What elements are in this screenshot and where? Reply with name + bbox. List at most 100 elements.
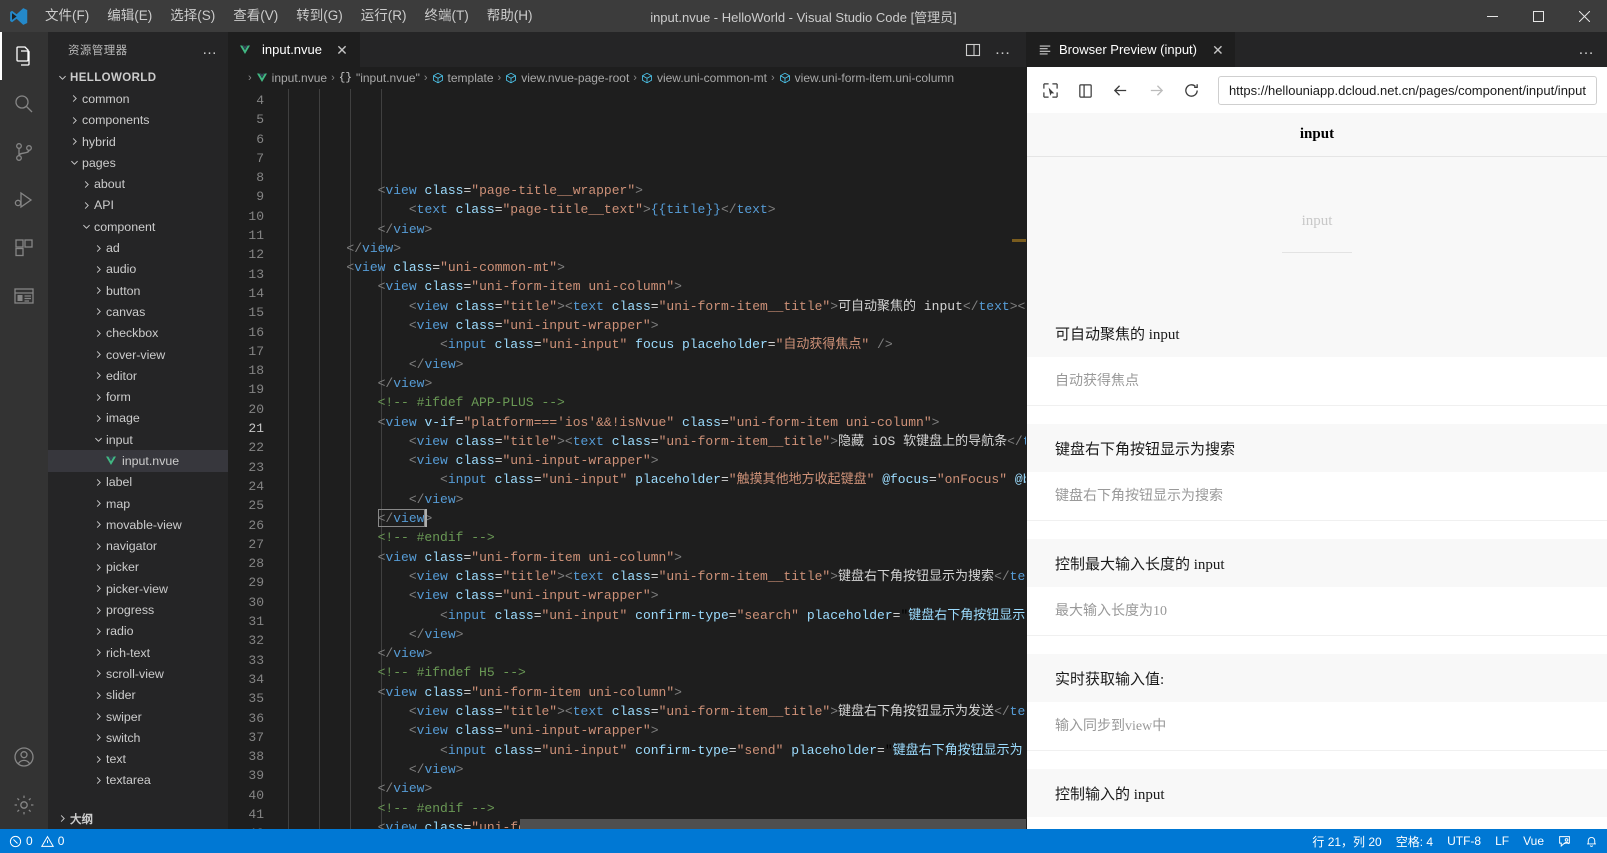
status-indentation[interactable]: 空格: 4 — [1389, 829, 1440, 853]
activity-search-icon[interactable] — [0, 80, 48, 128]
folder-item-text[interactable]: text — [48, 749, 228, 770]
code-line[interactable]: <view class="uni-input-wrapper"> — [284, 451, 1026, 470]
editor-horizontal-scrollbar[interactable] — [520, 819, 1026, 829]
folder-item-form[interactable]: form — [48, 386, 228, 407]
folder-item-map[interactable]: map — [48, 493, 228, 514]
code-line[interactable]: </view> — [284, 374, 1026, 393]
code-line[interactable]: <!-- #ifdef APP-PLUS --> — [284, 393, 1026, 412]
menu-item-3[interactable]: 查看(V) — [224, 0, 287, 32]
split-editor-icon[interactable] — [959, 32, 987, 67]
preview-viewport[interactable]: input input 可自动聚焦的 input 自动获得焦点 键盘右下角按钮显示为… — [1027, 113, 1607, 829]
preview-input-field[interactable]: 最大输入长度为10 — [1027, 587, 1607, 636]
code-line[interactable]: <view class="title"><text class="uni-for… — [284, 432, 1026, 451]
reload-button-icon[interactable] — [1179, 76, 1205, 104]
folder-item-swiper[interactable]: swiper — [48, 706, 228, 727]
folder-item-audio[interactable]: audio — [48, 259, 228, 280]
preview-more-actions-icon[interactable]: … — [1578, 32, 1607, 67]
menu-item-0[interactable]: 文件(F) — [36, 0, 98, 32]
folder-item-ad[interactable]: ad — [48, 237, 228, 258]
explorer-more-icon[interactable]: … — [202, 42, 218, 57]
outline-section-header[interactable]: 大纲 — [48, 808, 228, 829]
menu-item-7[interactable]: 帮助(H) — [478, 0, 542, 32]
folder-item-picker-view[interactable]: picker-view — [48, 578, 228, 599]
code-line[interactable]: <view class="uni-common-mt"> — [284, 258, 1026, 277]
status-notifications-bell-icon[interactable] — [1578, 829, 1605, 853]
folder-item-progress[interactable]: progress — [48, 599, 228, 620]
code-line[interactable]: </view> — [284, 490, 1026, 509]
breadcrumb-item-1[interactable]: {} "input.nvue" — [339, 71, 420, 85]
folder-item-radio[interactable]: radio — [48, 621, 228, 642]
folder-item-movable-view[interactable]: movable-view — [48, 514, 228, 535]
preview-tab[interactable]: Browser Preview (input) ✕ — [1027, 32, 1235, 67]
code-line[interactable]: <view v-if="platform==='ios'&&!isNvue" c… — [284, 413, 1026, 432]
code-line[interactable]: <text class="page-title__text">{{title}}… — [284, 200, 1026, 219]
status-cursor-position[interactable]: 行 21，列 20 — [1305, 829, 1388, 853]
minimize-button[interactable] — [1469, 0, 1515, 32]
folder-item-component[interactable]: component — [48, 216, 228, 237]
menu-item-6[interactable]: 终端(T) — [416, 0, 478, 32]
breadcrumb-item-4[interactable]: view.uni-common-mt — [641, 71, 767, 85]
folder-item-image[interactable]: image — [48, 408, 228, 429]
file-item-input.nvue[interactable]: input.nvue — [48, 450, 228, 472]
folder-item-editor[interactable]: editor — [48, 365, 228, 386]
folder-item-common[interactable]: common — [48, 88, 228, 109]
code-line[interactable]: <input class="uni-input" placeholder="触摸… — [284, 470, 1026, 489]
activity-extensions-icon[interactable] — [0, 224, 48, 272]
editor-vertical-scrollbar[interactable] — [1012, 89, 1026, 829]
code-line[interactable]: </view> — [284, 355, 1026, 374]
code-line[interactable]: </view> — [284, 779, 1026, 798]
code-line[interactable]: <input class="uni-input" focus placehold… — [284, 335, 1026, 354]
preview-input-field[interactable]: 键盘右下角按钮显示为搜索 — [1027, 472, 1607, 521]
folder-item-button[interactable]: button — [48, 280, 228, 301]
close-button[interactable] — [1561, 0, 1607, 32]
code-line[interactable]: <view class="title"><text class="uni-for… — [284, 567, 1026, 586]
folder-item-pages[interactable]: pages — [48, 152, 228, 173]
open-in-browser-icon[interactable] — [1072, 76, 1098, 104]
code-line[interactable]: </view> — [284, 625, 1026, 644]
code-lines[interactable]: <view class="page-title__wrapper"> <text… — [284, 89, 1026, 829]
status-problems[interactable]: 0 0 — [2, 829, 71, 853]
url-input[interactable]: https://hellouniapp.dcloud.net.cn/pages/… — [1217, 75, 1597, 105]
activity-explorer-icon[interactable] — [0, 32, 48, 80]
code-line[interactable]: <view class="uni-form-item uni-column"> — [284, 548, 1026, 567]
folder-item-about[interactable]: about — [48, 173, 228, 194]
breadcrumb-item-0[interactable]: input.nvue — [256, 71, 327, 85]
preview-input-field[interactable]: 自动获得焦点 — [1027, 357, 1607, 406]
folder-item-navigator[interactable]: navigator — [48, 536, 228, 557]
forward-button-icon[interactable] — [1143, 76, 1169, 104]
folder-item-rich-text[interactable]: rich-text — [48, 642, 228, 663]
code-line[interactable]: <view class="uni-input-wrapper"> — [284, 721, 1026, 740]
folder-item-HELLOWORLD[interactable]: HELLOWORLD — [48, 67, 228, 88]
code-line[interactable]: <view class="uni-input-wrapper"> — [284, 316, 1026, 335]
activity-source-control-icon[interactable] — [0, 128, 48, 176]
folder-item-picker[interactable]: picker — [48, 557, 228, 578]
editor-tab-close-icon[interactable]: ✕ — [334, 43, 350, 57]
folder-item-slider[interactable]: slider — [48, 685, 228, 706]
folder-item-hybrid[interactable]: hybrid — [48, 131, 228, 152]
preview-input-field[interactable]: 输入同步到view中 — [1027, 702, 1607, 751]
menu-item-4[interactable]: 转到(G) — [287, 0, 352, 32]
folder-item-checkbox[interactable]: checkbox — [48, 323, 228, 344]
breadcrumb-item-5[interactable]: view.uni-form-item.uni-column — [779, 71, 954, 85]
folder-item-textarea[interactable]: textarea — [48, 770, 228, 791]
code-editor[interactable]: 4 5 6 7 8 9 10 11 12 13 14 15 16 17 18 19 20 21 22 23 24 25 26… — [228, 89, 1026, 829]
folder-item-API[interactable]: API — [48, 195, 228, 216]
inspect-element-icon[interactable] — [1037, 76, 1063, 104]
preview-tab-close-icon[interactable]: ✕ — [1204, 43, 1224, 57]
code-line[interactable]: </view> — [284, 644, 1026, 663]
status-feedback-icon[interactable] — [1551, 829, 1578, 853]
code-line[interactable]: <view class="page-title__wrapper"> — [284, 181, 1026, 200]
code-line[interactable]: <view class="title"><text class="uni-for… — [284, 297, 1026, 316]
back-button-icon[interactable] — [1108, 76, 1134, 104]
status-encoding[interactable]: UTF-8 — [1440, 829, 1488, 853]
breadcrumb-item-2[interactable]: template — [432, 71, 494, 85]
folder-item-cover-view[interactable]: cover-view — [48, 344, 228, 365]
status-language-mode[interactable]: Vue — [1516, 829, 1551, 853]
preview-input-field[interactable]: 连续的两个1会变成2 — [1027, 817, 1607, 829]
code-line[interactable]: </view> — [284, 760, 1026, 779]
folder-item-components[interactable]: components — [48, 110, 228, 131]
status-eol[interactable]: LF — [1488, 829, 1516, 853]
folder-item-switch[interactable]: switch — [48, 727, 228, 748]
breadcrumb-item-3[interactable]: view.nvue-page-root — [505, 71, 629, 85]
maximize-button[interactable] — [1515, 0, 1561, 32]
